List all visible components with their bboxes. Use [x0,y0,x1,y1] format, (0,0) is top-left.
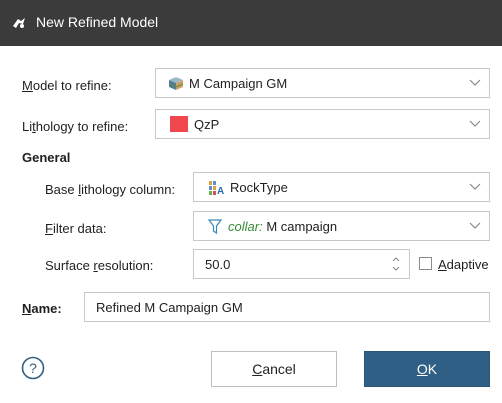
base-lithology-column-label: Base lithology column: [45,182,176,197]
leapfrog-app-icon [13,18,25,28]
model-to-refine-label: Model to refine: [22,78,112,93]
window-title: New Refined Model [36,14,159,30]
adaptive-label: Adaptive [438,257,489,272]
chevron-down-icon [469,120,481,127]
help-icon[interactable]: ? [21,356,45,380]
lithology-column-icon: A [209,181,224,196]
name-input[interactable]: Refined M Campaign GM [84,292,490,322]
lithology-color-swatch [170,116,188,132]
name-value: Refined M Campaign GM [96,300,243,315]
name-label: Name: [22,301,62,316]
chevron-down-icon [469,79,481,86]
filter-data-value: collar: M campaign [228,219,338,234]
cancel-button[interactable]: Cancel [211,351,337,387]
surface-resolution-value: 50.0 [205,257,231,272]
model-to-refine-value: M Campaign GM [189,76,288,91]
base-lithology-column-select[interactable]: A RockType [193,172,490,202]
base-lithology-column-value: RockType [230,180,288,195]
lithology-to-refine-value: QzP [194,117,220,132]
svg-text:?: ? [29,360,37,376]
title-bar: New Refined Model [0,0,502,46]
spin-arrows-icon[interactable] [391,254,401,274]
filter-data-select[interactable]: collar: M campaign [193,211,490,241]
model-to-refine-select[interactable]: M Campaign GM [155,68,490,98]
chevron-down-icon [469,222,481,229]
adaptive-checkbox[interactable] [419,257,432,270]
geological-model-icon [168,77,184,90]
chevron-down-icon [469,183,481,190]
surface-resolution-label: Surface resolution: [45,258,154,273]
filter-icon [208,219,222,235]
svg-text:A: A [217,186,224,196]
filter-data-label: Filter data: [45,221,107,236]
lithology-to-refine-select[interactable]: QzP [155,109,490,139]
surface-resolution-spinbox[interactable]: 50.0 [193,249,410,279]
lithology-to-refine-label: Lithology to refine: [22,119,129,134]
general-section-heading: General [22,150,71,165]
ok-button[interactable]: OK [364,351,490,387]
